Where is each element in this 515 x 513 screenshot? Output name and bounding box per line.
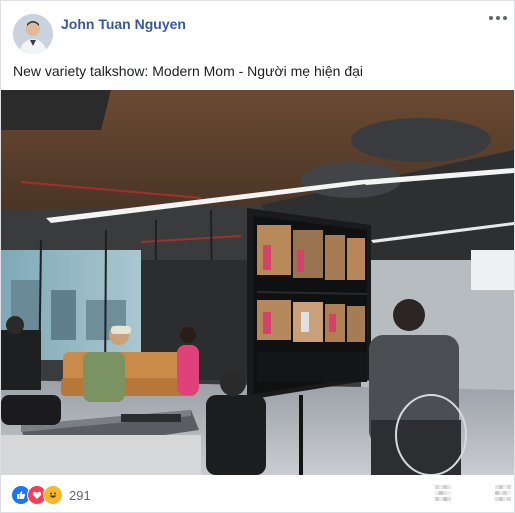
haha-icon <box>43 485 63 505</box>
post-photo[interactable] <box>1 90 514 475</box>
reactions-summary[interactable]: 291 <box>11 485 91 505</box>
ellipsis-icon[interactable] <box>488 11 508 25</box>
author-avatar[interactable] <box>13 14 53 54</box>
post-card: John Tuan Nguyen New variety talkshow: M… <box>0 0 515 513</box>
author-name[interactable]: John Tuan Nguyen <box>61 16 186 32</box>
post-text: New variety talkshow: Modern Mom - Người… <box>13 63 364 79</box>
reaction-count: 291 <box>69 487 91 503</box>
blurred-comments-count <box>435 485 451 503</box>
post-footer: 291 <box>1 477 514 512</box>
blurred-shares-count <box>495 485 511 503</box>
